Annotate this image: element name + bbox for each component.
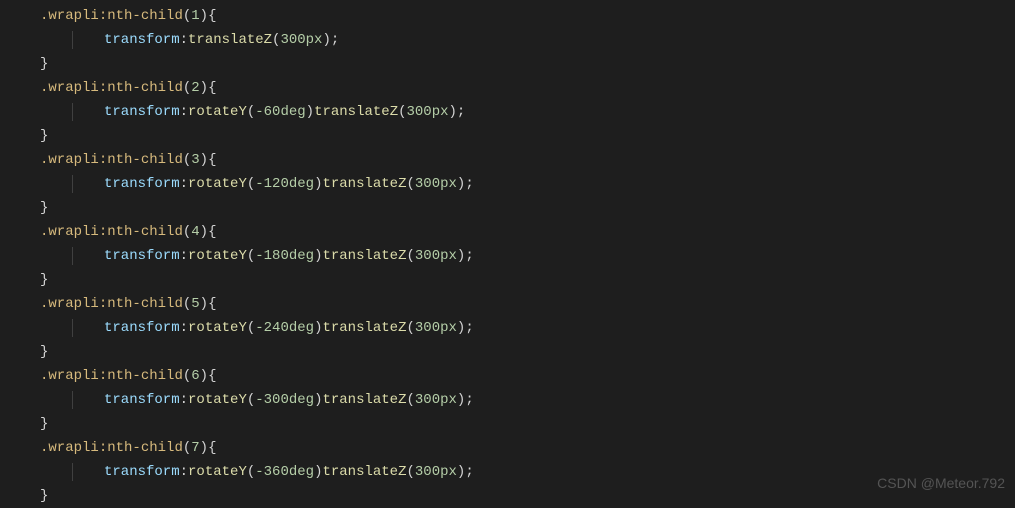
code-line: .wrap li:nth-child(1){ <box>0 4 1015 28</box>
code-line: transform: rotateY(-300deg) translateZ(3… <box>0 388 1015 412</box>
code-line: } <box>0 124 1015 148</box>
code-line: } <box>0 412 1015 436</box>
code-line: } <box>0 52 1015 76</box>
code-line: transform: rotateY(-60deg) translateZ(30… <box>0 100 1015 124</box>
code-line: .wrap li:nth-child(2){ <box>0 76 1015 100</box>
code-line: transform: rotateY(-360deg) translateZ(3… <box>0 460 1015 484</box>
code-line: .wrap li:nth-child(3){ <box>0 148 1015 172</box>
watermark-text: CSDN @Meteor.792 <box>877 471 1005 495</box>
code-line: } <box>0 268 1015 292</box>
code-line: transform: rotateY(-120deg) translateZ(3… <box>0 172 1015 196</box>
code-line: .wrap li:nth-child(5){ <box>0 292 1015 316</box>
code-line: transform: translateZ(300px); <box>0 28 1015 52</box>
code-line: } <box>0 484 1015 508</box>
code-line: .wrap li:nth-child(4){ <box>0 220 1015 244</box>
code-line: .wrap li:nth-child(6){ <box>0 364 1015 388</box>
code-line: transform: rotateY(-180deg) translateZ(3… <box>0 244 1015 268</box>
code-line: } <box>0 340 1015 364</box>
code-line: } <box>0 196 1015 220</box>
code-line: .wrap li:nth-child(7){ <box>0 436 1015 460</box>
code-editor[interactable]: .wrap li:nth-child(1){transform: transla… <box>0 0 1015 508</box>
code-line: transform: rotateY(-240deg) translateZ(3… <box>0 316 1015 340</box>
